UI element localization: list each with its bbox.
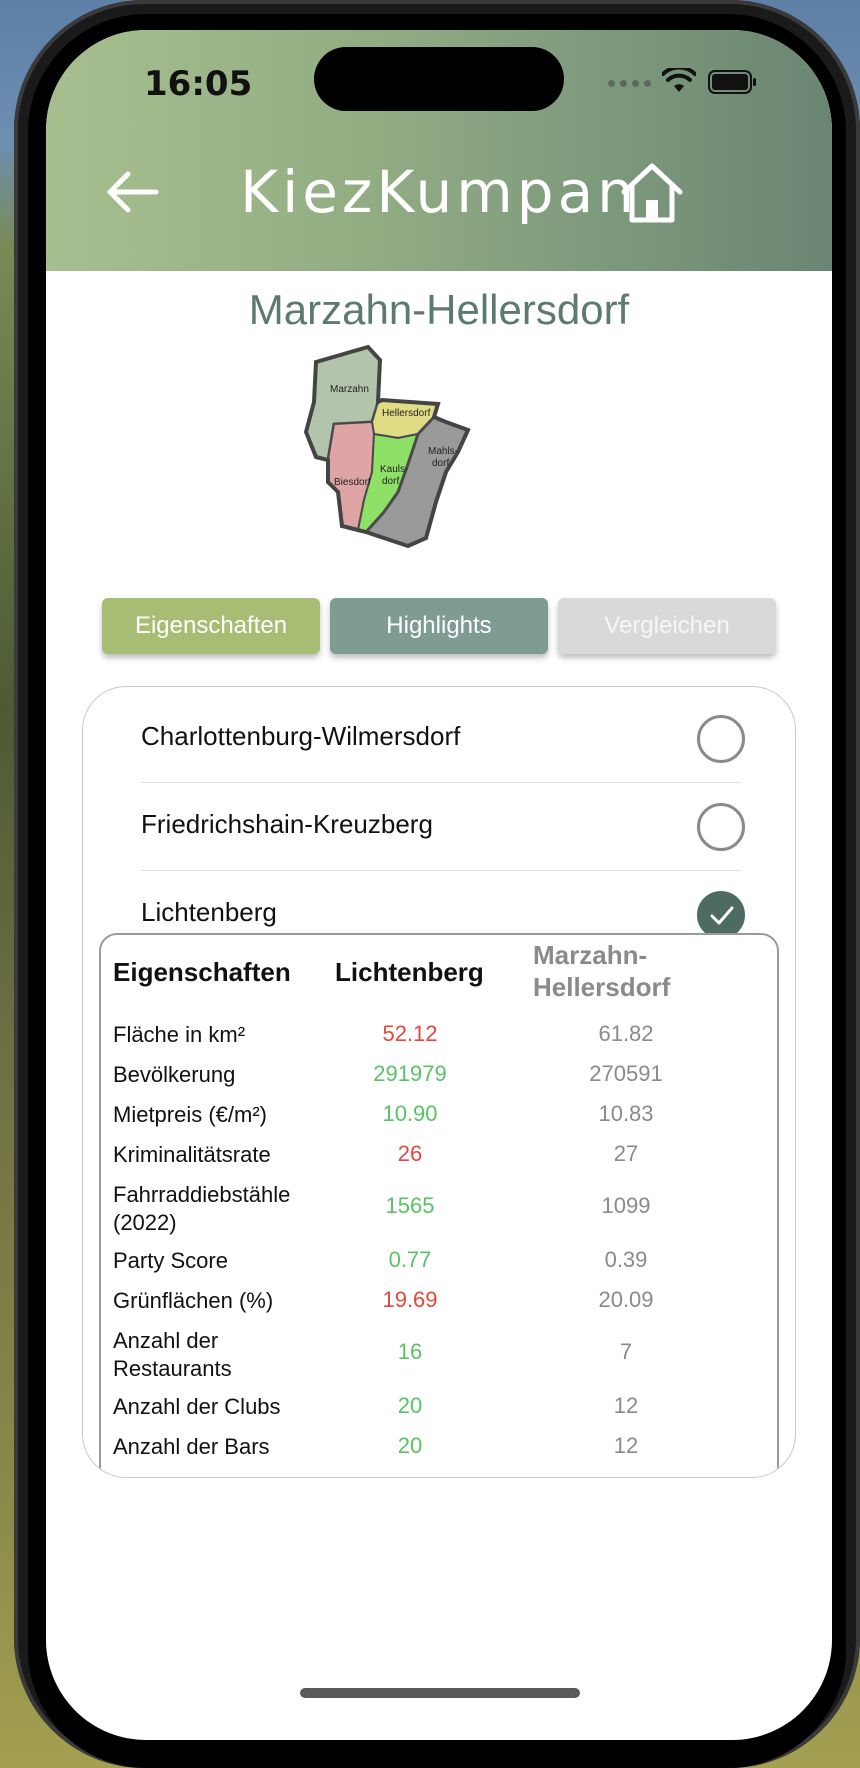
compare-option-friedrichshain[interactable]: Friedrichshain-Kreuzberg <box>141 783 745 871</box>
tab-vergleichen[interactable]: Vergleichen <box>558 598 776 654</box>
row-label-line1: Fahrraddiebstähle <box>113 1182 291 1207</box>
value-lichtenberg: 0.77 <box>388 1247 432 1272</box>
app-screen: 16:05 KiezKumpan Marzahn-Hellersdorf Mar… <box>46 30 832 1740</box>
row-label: Anzahl der Clubs <box>113 1394 281 1419</box>
district-map: Marzahn Hellersdorf Biesdorf Kauls- dorf… <box>303 344 471 549</box>
home-icon[interactable] <box>620 162 684 224</box>
map-label-marzahn: Marzahn <box>330 384 369 395</box>
radio-button[interactable] <box>697 803 745 851</box>
checkmark-icon <box>710 906 734 925</box>
home-indicator[interactable] <box>300 1688 580 1698</box>
value-lichtenberg: 291979 <box>373 1061 447 1086</box>
tab-highlights[interactable]: Highlights <box>330 598 548 654</box>
row-label-line2: Restaurants <box>113 1356 232 1381</box>
table-header-b-line2: Hellersdorf <box>533 972 671 1002</box>
compare-option-label: Lichtenberg <box>141 897 277 927</box>
value-lichtenberg: 10.90 <box>382 1101 438 1126</box>
map-label-biesdorf: Biesdorf <box>334 477 371 488</box>
comparison-table: Eigenschaften Lichtenberg Marzahn- Helle… <box>99 933 779 1477</box>
value-marzahn-hellersdorf: 1099 <box>601 1193 651 1218</box>
map-label-kaulsdorf-1: Kauls- <box>380 464 408 475</box>
radio-button[interactable] <box>697 715 745 763</box>
value-marzahn-hellersdorf: 7 <box>619 1339 633 1364</box>
row-label: Bevölkerung <box>113 1062 236 1087</box>
row-label: Fahrraddiebstähle (2022) <box>113 1181 323 1237</box>
row-label: Anzahl der Restaurants <box>113 1327 323 1383</box>
compare-option-label: Charlottenburg-Wilmersdorf <box>141 721 461 751</box>
value-lichtenberg: 52.12 <box>382 1021 438 1046</box>
dynamic-island <box>314 47 564 111</box>
row-label: Fläche in km² <box>113 1022 246 1047</box>
value-lichtenberg: 20 <box>397 1393 423 1418</box>
table-header-marzahn-hellersdorf: Marzahn- Hellersdorf <box>533 939 753 1003</box>
value-marzahn-hellersdorf: 20.09 <box>598 1287 654 1312</box>
compare-option-label: Friedrichshain-Kreuzberg <box>141 809 433 839</box>
value-marzahn-hellersdorf: 61.82 <box>598 1021 654 1046</box>
value-marzahn-hellersdorf: 12 <box>613 1433 639 1458</box>
value-marzahn-hellersdorf: 10.83 <box>598 1101 654 1126</box>
row-label: Kriminalitätsrate <box>113 1142 271 1167</box>
table-header-lichtenberg: Lichtenberg <box>335 957 484 987</box>
table-header-eigenschaften: Eigenschaften <box>113 957 291 987</box>
value-lichtenberg: 20 <box>397 1433 423 1458</box>
value-lichtenberg: 16 <box>397 1339 423 1364</box>
value-marzahn-hellersdorf: 0.39 <box>604 1247 648 1272</box>
app-header: 16:05 KiezKumpan <box>46 30 832 271</box>
status-icons <box>608 68 788 98</box>
district-title: Marzahn-Hellersdorf <box>248 286 630 333</box>
value-lichtenberg: 1565 <box>385 1193 435 1218</box>
row-label: Party Score <box>113 1248 228 1273</box>
map-label-mahlsdorf-2: dorf <box>432 458 449 469</box>
table-header-b-line1: Marzahn- <box>533 940 648 970</box>
row-label-line2: (2022) <box>113 1210 177 1235</box>
row-label: Grünflächen (%) <box>113 1288 274 1313</box>
map-label-kaulsdorf-2: dorf <box>382 476 399 487</box>
app-title: KiezKumpan <box>240 158 638 226</box>
row-label: Mietpreis (€/m²) <box>113 1102 268 1127</box>
value-marzahn-hellersdorf: 27 <box>613 1141 639 1166</box>
status-time: 16:05 <box>144 64 253 104</box>
map-label-mahlsdorf-1: Mahls- <box>428 446 458 457</box>
value-marzahn-hellersdorf: 270591 <box>589 1061 663 1086</box>
row-label: Anzahl der Bars <box>113 1434 270 1459</box>
map-label-hellersdorf: Hellersdorf <box>382 408 431 419</box>
wifi-icon <box>662 68 696 92</box>
cellular-signal-icon <box>608 80 651 87</box>
tab-bar: Eigenschaften Highlights Vergleichen <box>102 598 782 654</box>
value-marzahn-hellersdorf: 12 <box>613 1393 639 1418</box>
radio-button-checked[interactable] <box>697 891 745 939</box>
battery-icon <box>708 70 756 94</box>
value-lichtenberg: 26 <box>397 1141 423 1166</box>
value-lichtenberg: 19.69 <box>382 1287 438 1312</box>
row-label-line1: Anzahl der <box>113 1328 219 1353</box>
compare-card: Charlottenburg-Wilmersdorf Friedrichshai… <box>82 686 796 1478</box>
tab-eigenschaften[interactable]: Eigenschaften <box>102 598 320 654</box>
compare-option-charlottenburg[interactable]: Charlottenburg-Wilmersdorf <box>141 695 745 783</box>
